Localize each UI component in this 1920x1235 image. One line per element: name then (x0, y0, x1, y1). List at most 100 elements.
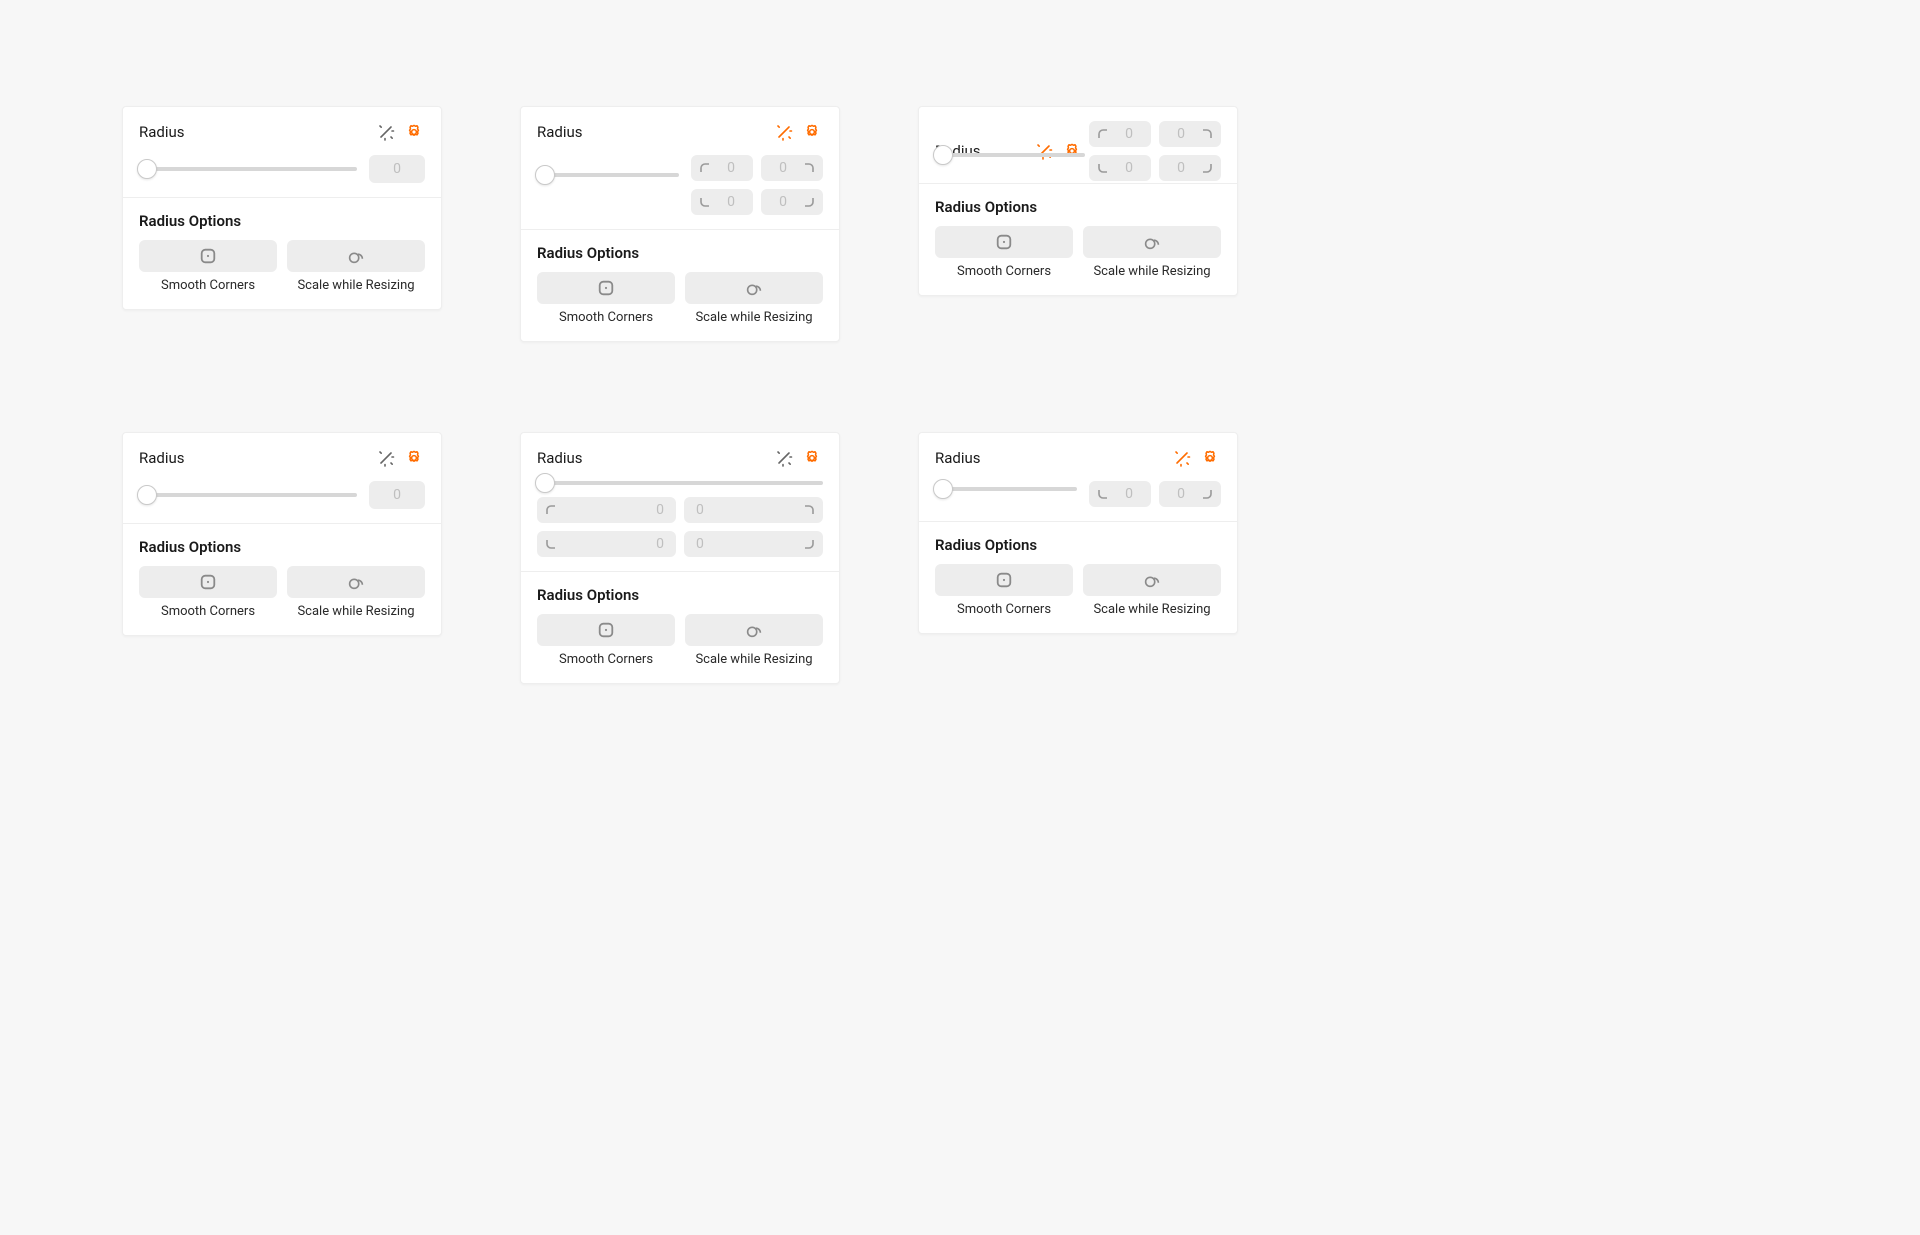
radius-value-input[interactable]: 0 (369, 155, 425, 183)
smooth-corners-button[interactable] (537, 614, 675, 646)
scale-resize-icon (744, 278, 764, 298)
corner-bottom-left-input[interactable]: 0 (1089, 481, 1151, 507)
corner-bottom-left-input[interactable]: 0 (1089, 155, 1151, 181)
radius-slider[interactable] (139, 167, 357, 171)
smooth-corners-button[interactable] (139, 566, 277, 598)
rounded-square-icon (597, 279, 615, 297)
corner-top-right-input[interactable]: 0 (1159, 121, 1221, 147)
radius-slider[interactable] (139, 493, 357, 497)
radius-slider[interactable] (935, 153, 1085, 157)
options-title: Radius Options (935, 536, 1221, 554)
smooth-corners-button[interactable] (537, 272, 675, 304)
scale-resizing-button[interactable] (685, 614, 823, 646)
radius-slider-thumb[interactable] (535, 165, 555, 185)
panel-title: Radius (537, 123, 583, 141)
radius-slider[interactable] (935, 487, 1077, 491)
corner-tl-icon (699, 162, 711, 174)
corner-tl-icon (545, 504, 557, 516)
settings-button[interactable] (403, 447, 425, 469)
corner-tr-icon (803, 162, 815, 174)
gear-icon (1201, 449, 1219, 467)
corner-tr-icon (803, 504, 815, 516)
scale-resizing-button[interactable] (1083, 564, 1221, 596)
radius-slider-thumb[interactable] (933, 479, 953, 499)
options-title: Radius Options (139, 538, 425, 556)
corner-tr-icon (1201, 128, 1213, 140)
magic-wand-button[interactable] (773, 121, 795, 143)
smooth-corners-label: Smooth Corners (537, 652, 675, 667)
radius-slider[interactable] (537, 481, 823, 485)
radius-slider-thumb[interactable] (137, 159, 157, 179)
settings-button[interactable] (403, 121, 425, 143)
scale-resizing-button[interactable] (685, 272, 823, 304)
smooth-corners-button[interactable] (935, 564, 1073, 596)
magic-wand-button[interactable] (1171, 447, 1193, 469)
smooth-corners-label: Smooth Corners (537, 310, 675, 325)
rounded-square-icon (995, 233, 1013, 251)
corner-bottom-left-input[interactable]: 0 (537, 531, 676, 557)
gear-icon (1063, 142, 1081, 160)
radius-value-input[interactable]: 0 (369, 481, 425, 509)
corner-top-right-input[interactable]: 0 (684, 497, 823, 523)
smooth-corners-label: Smooth Corners (935, 602, 1073, 617)
scale-resizing-button[interactable] (287, 240, 425, 272)
corner-bottom-right-input[interactable]: 0 (684, 531, 823, 557)
panel-title: Radius (139, 123, 185, 141)
panel-title: Radius (139, 449, 185, 467)
settings-button[interactable] (801, 447, 823, 469)
corner-bl-icon (545, 538, 557, 550)
corner-bottom-right-input[interactable]: 0 (1159, 155, 1221, 181)
corner-bottom-right-input[interactable]: 0 (1159, 481, 1221, 507)
scale-resize-icon (744, 620, 764, 640)
magic-wand-icon (377, 449, 395, 467)
settings-button[interactable] (1061, 140, 1083, 162)
rounded-square-icon (199, 247, 217, 265)
corner-bottom-left-input[interactable]: 0 (691, 189, 753, 215)
magic-wand-icon (1173, 449, 1191, 467)
scale-resize-icon (346, 246, 366, 266)
scale-resize-icon (346, 572, 366, 592)
corner-br-icon (803, 196, 815, 208)
corner-top-left-input[interactable]: 0 (537, 497, 676, 523)
gear-icon (405, 123, 423, 141)
scale-resizing-button[interactable] (287, 566, 425, 598)
magic-wand-button[interactable] (1033, 140, 1055, 162)
scale-resizing-label: Scale while Resizing (287, 604, 425, 619)
gear-icon (405, 449, 423, 467)
options-title: Radius Options (537, 244, 823, 262)
radius-slider-thumb[interactable] (933, 145, 953, 165)
smooth-corners-button[interactable] (935, 226, 1073, 258)
smooth-corners-label: Smooth Corners (139, 278, 277, 293)
settings-button[interactable] (1199, 447, 1221, 469)
radius-slider-thumb[interactable] (137, 485, 157, 505)
scale-resizing-button[interactable] (1083, 226, 1221, 258)
radius-panel: Radius 0 0 (520, 432, 840, 684)
radius-slider-thumb[interactable] (535, 473, 555, 493)
corner-br-icon (1201, 162, 1213, 174)
scale-resizing-label: Scale while Resizing (1083, 264, 1221, 279)
rounded-square-icon (995, 571, 1013, 589)
scale-resizing-label: Scale while Resizing (685, 652, 823, 667)
corner-top-left-input[interactable]: 0 (691, 155, 753, 181)
smooth-corners-button[interactable] (139, 240, 277, 272)
options-title: Radius Options (139, 212, 425, 230)
corner-br-icon (1201, 488, 1213, 500)
magic-wand-button[interactable] (773, 447, 795, 469)
magic-wand-button[interactable] (375, 447, 397, 469)
scale-resizing-label: Scale while Resizing (685, 310, 823, 325)
corner-bottom-right-input[interactable]: 0 (761, 189, 823, 215)
corner-top-left-input[interactable]: 0 (1089, 121, 1151, 147)
magic-wand-button[interactable] (375, 121, 397, 143)
corner-top-right-input[interactable]: 0 (761, 155, 823, 181)
magic-wand-icon (1035, 142, 1053, 160)
scale-resizing-label: Scale while Resizing (1083, 602, 1221, 617)
radius-panel: Radius 0 0 (918, 106, 1238, 296)
radius-slider[interactable] (537, 173, 679, 177)
scale-resize-icon (1142, 232, 1162, 252)
scale-resizing-label: Scale while Resizing (287, 278, 425, 293)
corner-bl-icon (1097, 488, 1109, 500)
radius-panel: Radius 0 Radius Options (122, 106, 442, 310)
radius-panel: Radius 0 Radius Options (122, 432, 442, 636)
settings-button[interactable] (801, 121, 823, 143)
gear-icon (803, 449, 821, 467)
